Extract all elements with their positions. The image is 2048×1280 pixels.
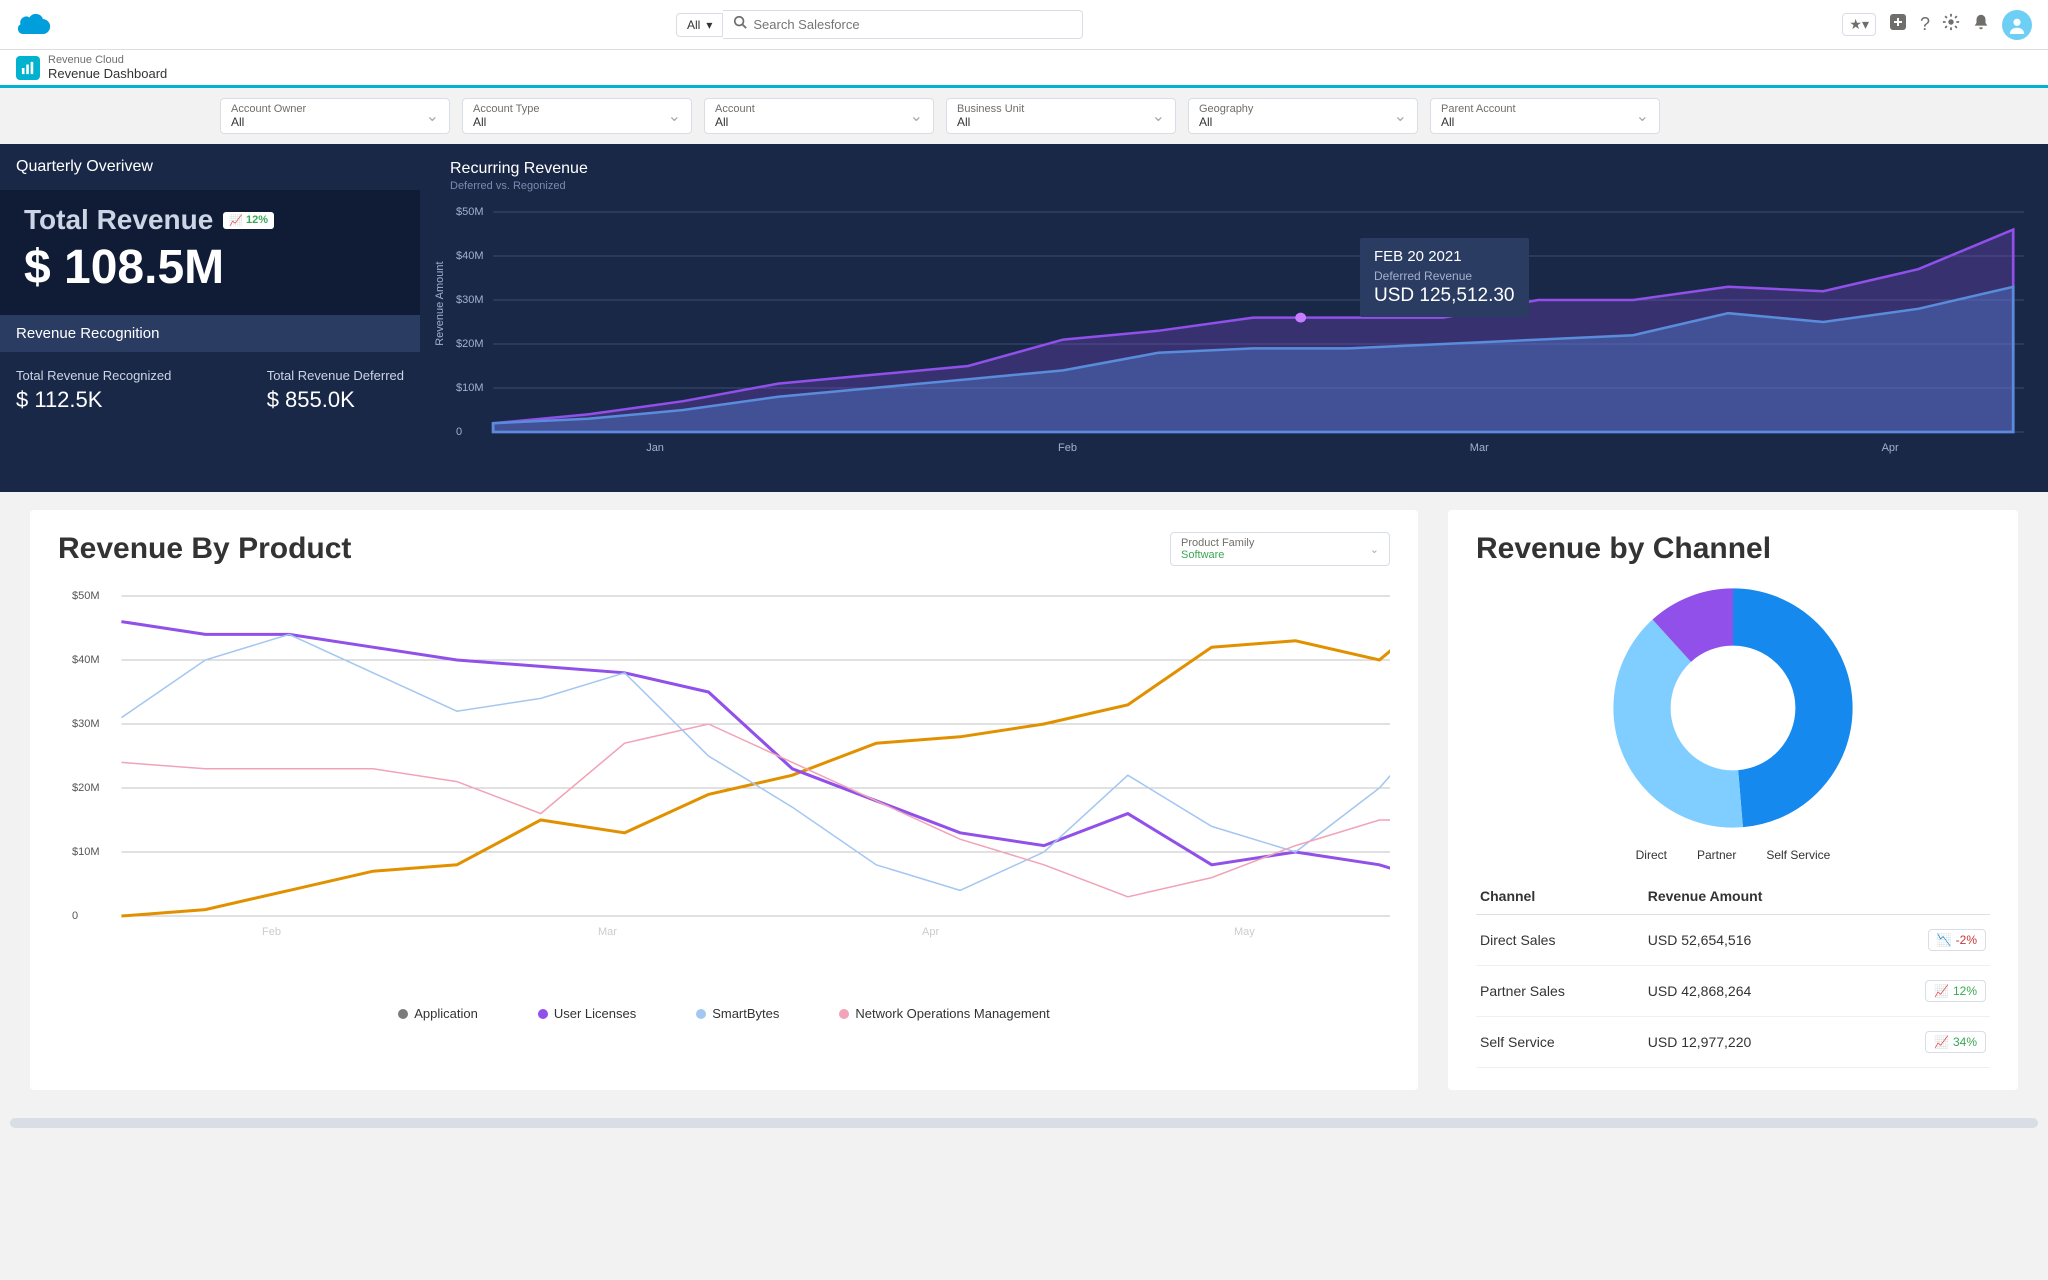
revenue-recognition-tab[interactable]: Revenue Recognition [0,315,420,352]
channel-table: Channel Revenue Amount Direct SalesUSD 5… [1476,878,1990,1068]
gear-icon[interactable] [1942,13,1960,36]
dashboard-icon [16,56,40,80]
x-tick: Mar [1470,442,1489,454]
y-tick: $40M [456,250,484,262]
x-tick: Apr [922,926,939,938]
total-revenue-label: Total Revenue 📈 12% [24,204,396,236]
legend-item: Network Operations Management [839,1006,1049,1021]
filter-dropdown[interactable]: Account TypeAll⌄ [462,98,692,134]
recurring-title: Recurring Revenue [450,160,2024,178]
chevron-down-icon: ⌄ [426,106,439,126]
filter-dropdown[interactable]: Parent AccountAll⌄ [1430,98,1660,134]
lower-row: Product Family Software ⌄ Revenue By Pro… [0,492,2048,1108]
filter-dropdown[interactable]: GeographyAll⌄ [1188,98,1418,134]
y-tick: $30M [456,294,484,306]
filters-row: Account OwnerAll⌄ Account TypeAll⌄ Account… [0,88,2048,144]
chevron-down-icon: ⌄ [910,106,923,126]
trend-badge: 📈12% [1925,980,1986,1002]
table-row: Partner SalesUSD 42,868,264📈12% [1476,966,1990,1017]
x-tick: Feb [1058,442,1077,454]
global-header: All ▾ ★▾ ? [0,0,2048,50]
chevron-down-icon: ⌄ [668,106,681,126]
search-scope-button[interactable]: All ▾ [676,13,723,37]
chevron-down-icon: ⌄ [1394,106,1407,126]
x-tick: Apr [1882,442,1899,454]
legend-item: Self Service [1766,848,1830,862]
page-header: Revenue Cloud Revenue Dashboard [0,50,2048,88]
global-search: All ▾ [676,10,1083,39]
add-icon[interactable] [1888,12,1908,37]
trend-badge: 📉-2% [1928,929,1986,951]
legend-item: Application [398,1006,478,1021]
chevron-down-icon: ⌄ [1370,543,1379,556]
total-revenue-value: $ 108.5M [24,240,396,295]
table-row: Direct SalesUSD 52,654,516📉-2% [1476,915,1990,966]
x-tick: Jan [646,442,664,454]
by-channel-title: Revenue by Channel [1476,532,1990,566]
page-context: Revenue Cloud [48,54,167,66]
search-box[interactable] [723,10,1083,39]
x-tick: May [1234,926,1255,938]
chevron-down-icon: ⌄ [1636,106,1649,126]
y-tick: $10M [72,846,100,858]
legend-item: Direct [1636,848,1667,862]
recognized-block: Total Revenue Recognized $ 112.5K [16,368,171,413]
recurring-revenue-chart-area: Recurring Revenue Deferred vs. Regonized… [420,144,2048,492]
user-avatar[interactable] [2002,10,2032,40]
overview-band: Quarterly Overivew Total Revenue 📈 12% $… [0,144,2048,492]
y-tick: $30M [72,718,100,730]
by-product-chart[interactable]: $50M $40M $30M $20M $10M 0 Feb Mar Apr May [58,586,1390,996]
y-tick: $20M [456,338,484,350]
header-actions: ★▾ ? [1842,10,2032,40]
filter-dropdown[interactable]: Business UnitAll⌄ [946,98,1176,134]
filter-dropdown[interactable]: AccountAll⌄ [704,98,934,134]
totals-row: Total Revenue Recognized $ 112.5K Total … [0,352,420,427]
revenue-by-product-card: Product Family Software ⌄ Revenue By Pro… [30,510,1418,1090]
deferred-block: Total Revenue Deferred $ 855.0K [267,368,404,413]
favorites-button[interactable]: ★▾ [1842,13,1876,36]
product-legend: Application User Licenses SmartBytes Networ… [58,1006,1390,1021]
chevron-down-icon: ▾ [706,18,712,32]
y-tick: 0 [456,426,462,438]
total-revenue-block: Total Revenue 📈 12% $ 108.5M [0,190,420,315]
search-scope-label: All [687,18,700,32]
y-tick: 0 [72,910,78,922]
y-tick: $50M [456,206,484,218]
y-tick: $10M [456,382,484,394]
donut-chart[interactable] [1476,578,1990,838]
search-input[interactable] [753,17,1072,32]
y-axis-label: Revenue Amount [434,261,446,345]
page-title-block: Revenue Cloud Revenue Dashboard [48,54,167,81]
legend-item: User Licenses [538,1006,636,1021]
legend-item: SmartBytes [696,1006,779,1021]
y-tick: $20M [72,782,100,794]
chevron-down-icon: ⌄ [1152,106,1165,126]
salesforce-cloud-icon [16,13,52,37]
trend-badge: 📈 12% [223,212,274,229]
recurring-subtitle: Deferred vs. Regonized [450,180,2024,192]
overview-left: Quarterly Overivew Total Revenue 📈 12% $… [0,144,420,492]
product-family-dropdown[interactable]: Product Family Software ⌄ [1170,532,1390,566]
x-tick: Feb [262,926,281,938]
filter-dropdown[interactable]: Account OwnerAll⌄ [220,98,450,134]
horizontal-scrollbar[interactable] [10,1118,2038,1128]
channel-legend: Direct Partner Self Service [1476,848,1990,862]
trend-badge: 📈34% [1925,1031,1986,1053]
bell-icon[interactable] [1972,13,1990,36]
page-title: Revenue Dashboard [48,66,167,81]
legend-item: Partner [1697,848,1736,862]
revenue-by-channel-card: Revenue by Channel Direct Partner Self Ser… [1448,510,2018,1090]
help-icon[interactable]: ? [1920,14,1930,35]
y-tick: $40M [72,654,100,666]
y-tick: $50M [72,590,100,602]
x-tick: Mar [598,926,617,938]
search-icon [733,15,747,34]
quarterly-overview-label: Quarterly Overivew [0,144,420,190]
chart-tooltip: FEB 20 2021 Deferred Revenue USD 125,512… [1360,238,1529,317]
table-row: Self ServiceUSD 12,977,220📈34% [1476,1017,1990,1068]
recurring-chart[interactable]: $50M $40M $30M $20M $10M 0 Jan Feb Mar Apr FEB 2… [450,202,2024,482]
